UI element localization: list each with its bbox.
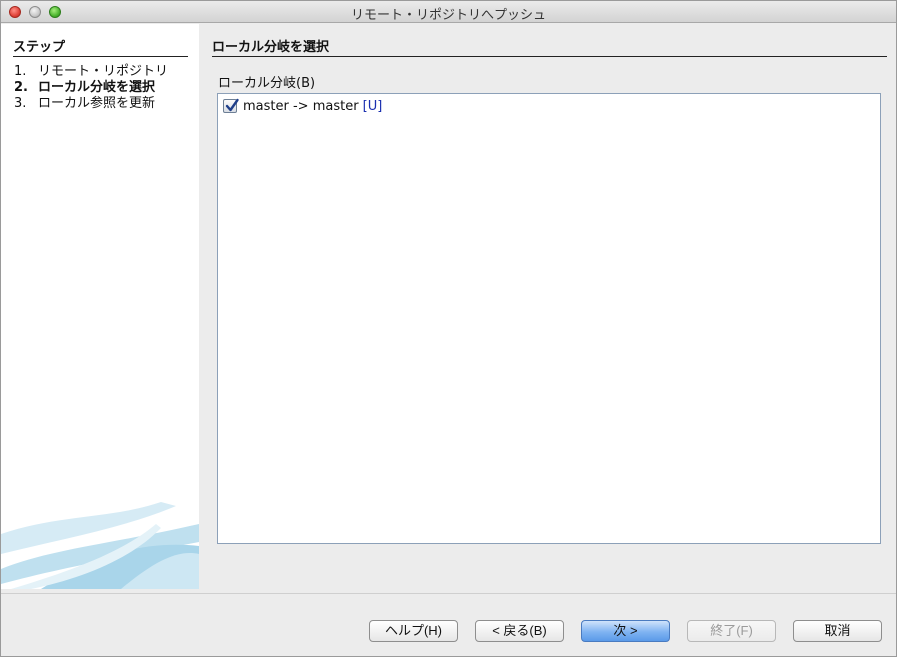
step-item-update-local-refs: 3. ローカル参照を更新 (14, 96, 168, 112)
next-button[interactable]: 次 > (581, 620, 670, 642)
help-button[interactable]: ヘルプ(H) (369, 620, 458, 642)
window-title: リモート・リポジトリへプッシュ (350, 8, 546, 23)
decorative-swoosh-graphic (1, 502, 199, 589)
list-item[interactable]: master -> master [U] (223, 97, 382, 115)
back-button[interactable]: < 戻る(B) (475, 620, 564, 642)
finish-button[interactable]: 終了(F) (687, 620, 776, 642)
page-title: ローカル分岐を選択 (212, 36, 887, 57)
step-label: ローカル参照を更新 (38, 96, 156, 111)
button-bar-divider (1, 593, 896, 594)
branch-checkbox[interactable] (223, 98, 239, 113)
step-number: 1. (14, 64, 27, 79)
step-label: リモート・リポジトリ (38, 64, 169, 79)
dialog-window: リモート・リポジトリへプッシュ ステップ 1. リモート・リポジトリ 2. ロー… (0, 0, 897, 657)
step-label: ローカル分岐を選択 (38, 80, 156, 95)
steps-heading: ステップ (13, 36, 188, 57)
local-branches-list[interactable]: master -> master [U] (217, 93, 881, 544)
local-branches-label: ローカル分岐(B) (218, 76, 316, 91)
branch-mode-tag: [U] (362, 98, 383, 114)
steps-list: 1. リモート・リポジトリ 2. ローカル分岐を選択 3. ローカル参照を更新 (14, 64, 168, 112)
checkmark-icon (225, 98, 239, 112)
steps-sidebar: ステップ 1. リモート・リポジトリ 2. ローカル分岐を選択 3. ローカル参… (1, 24, 199, 589)
step-number: 2. (14, 80, 28, 95)
cancel-button[interactable]: 取消 (793, 620, 882, 642)
step-item-select-local-branch: 2. ローカル分岐を選択 (14, 80, 168, 96)
step-number: 3. (14, 96, 27, 111)
step-item-remote-repository: 1. リモート・リポジトリ (14, 64, 168, 80)
title-bar[interactable]: リモート・リポジトリへプッシュ (1, 1, 896, 23)
branch-mapping-text: master -> master (243, 98, 363, 114)
